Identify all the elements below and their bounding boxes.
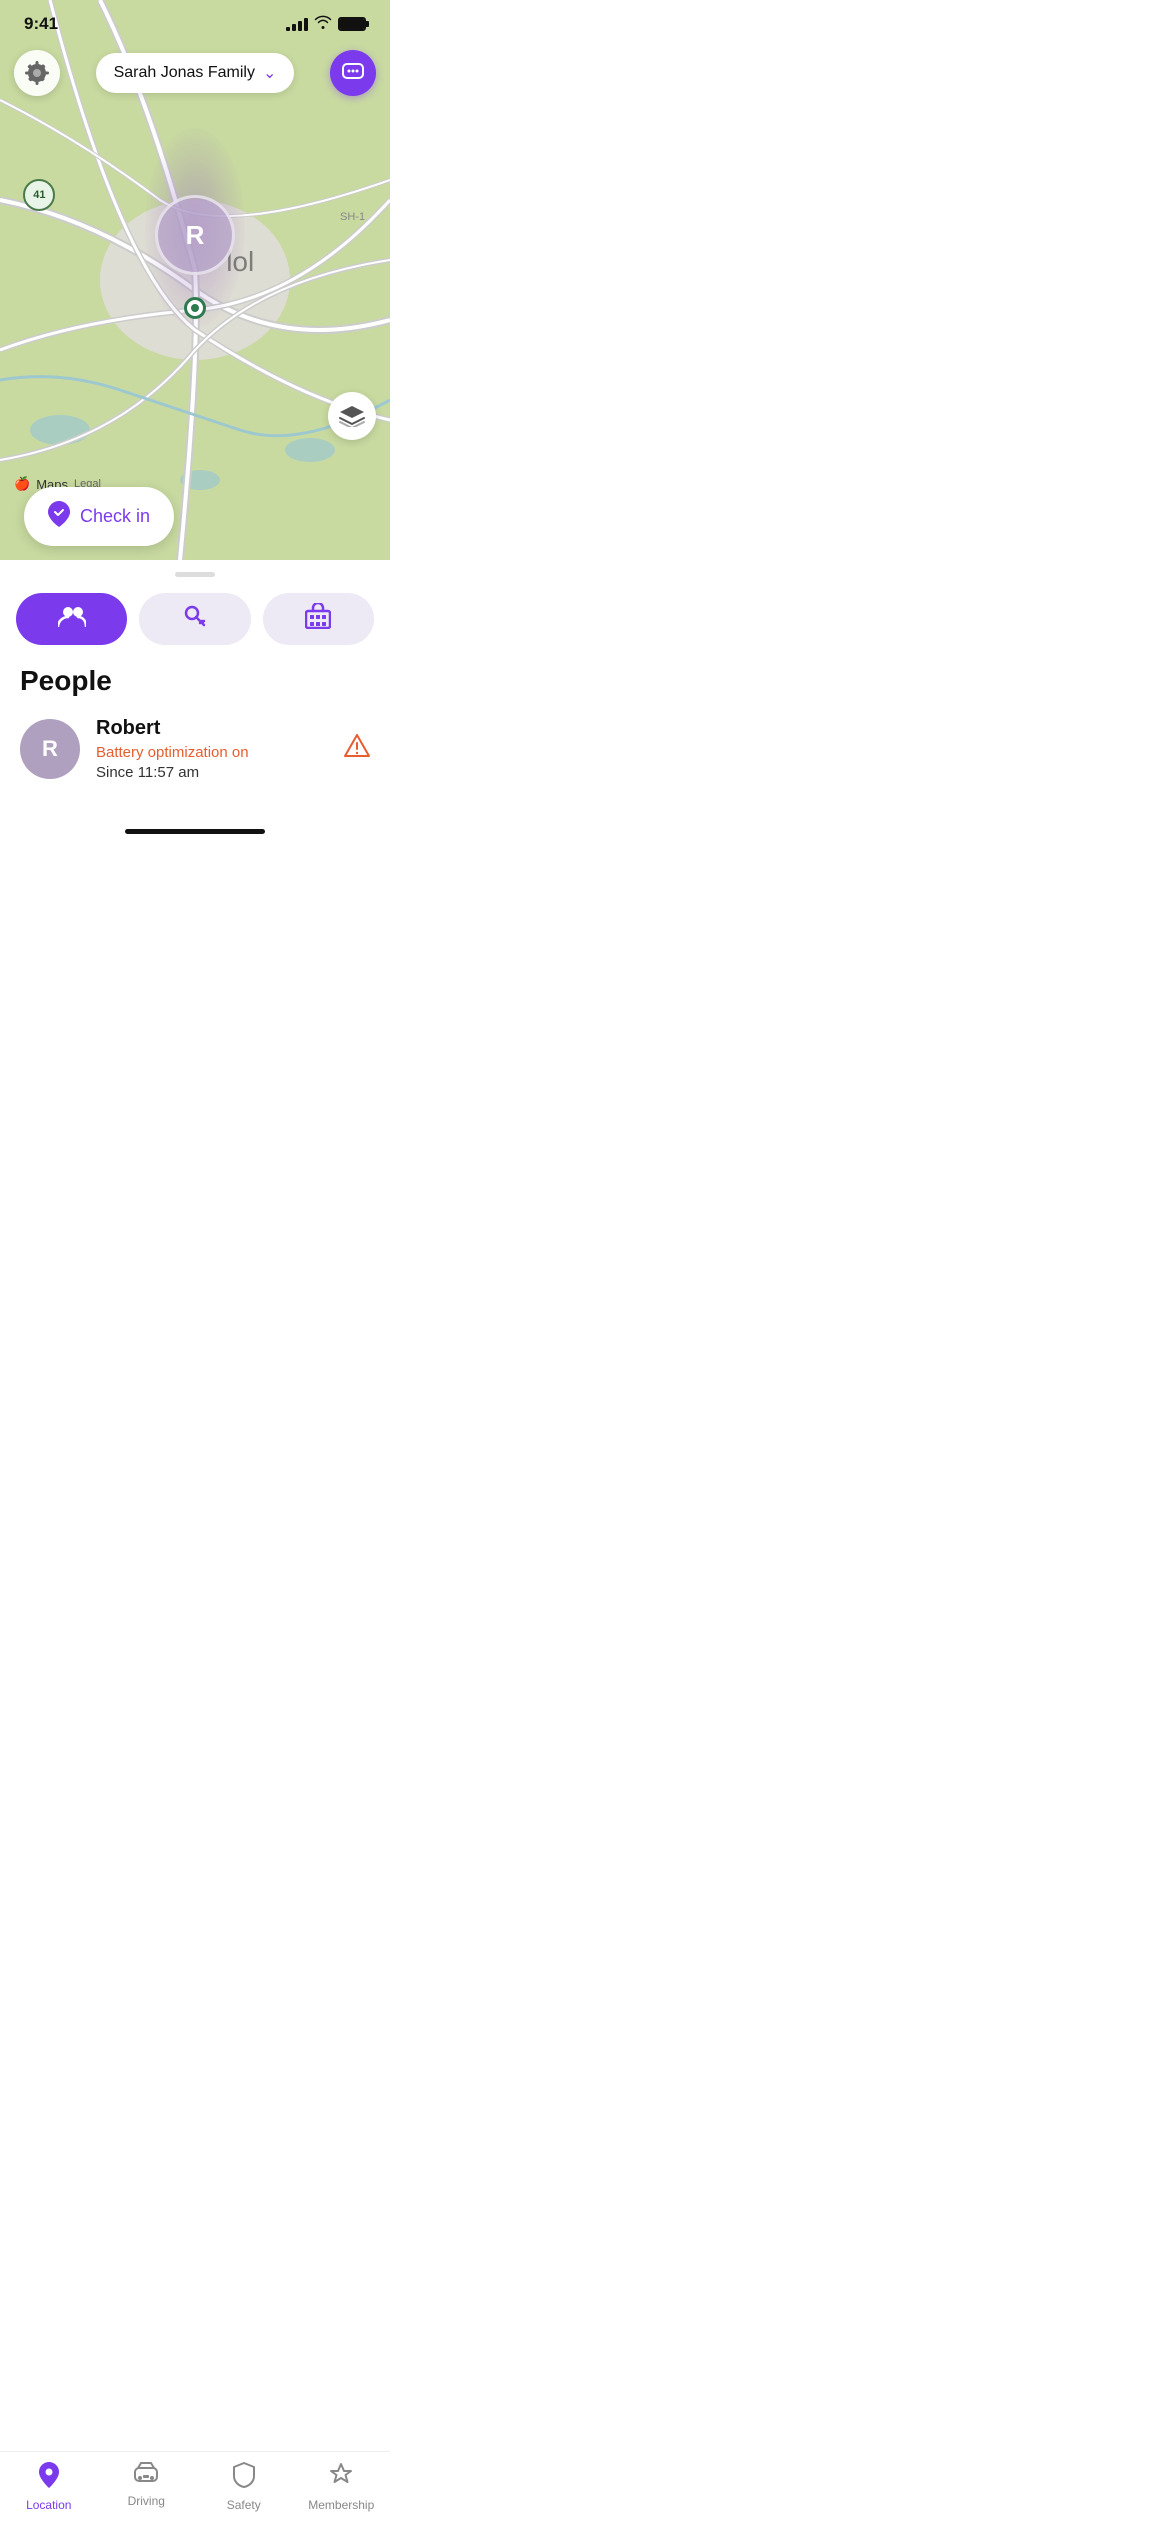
- membership-nav-icon: [328, 2462, 354, 2494]
- checkin-label: Check in: [80, 506, 150, 527]
- map-area[interactable]: SH-1 R lol 41: [0, 0, 390, 560]
- nav-membership[interactable]: Membership: [293, 2462, 391, 2512]
- person-time: Since 11:57 am: [96, 764, 328, 781]
- wifi-icon: [314, 15, 332, 34]
- gear-button[interactable]: [14, 50, 60, 96]
- status-time: 9:41: [24, 14, 58, 34]
- nav-driving[interactable]: Driving: [98, 2462, 196, 2512]
- home-indicator: [125, 829, 265, 834]
- svg-text:SH-1: SH-1: [340, 211, 365, 223]
- bottom-nav: Location Driving Safety Membership: [0, 2451, 390, 2532]
- driving-nav-icon: [132, 2462, 160, 2490]
- places-tab-icon: [305, 603, 331, 635]
- section-title: People: [0, 665, 390, 717]
- nav-location[interactable]: Location: [0, 2462, 98, 2512]
- keys-tab-icon: [183, 604, 207, 634]
- person-avatar: R: [20, 719, 80, 779]
- bottom-sheet: People R Robert Battery optimization on …: [0, 572, 390, 821]
- person-name: Robert: [96, 717, 328, 740]
- checkin-button[interactable]: Check in: [24, 487, 174, 546]
- family-name: Sarah Jonas Family: [114, 64, 255, 82]
- chat-button[interactable]: [330, 50, 376, 96]
- nav-location-label: Location: [26, 2498, 71, 2512]
- family-selector[interactable]: Sarah Jonas Family ⌄: [96, 53, 295, 93]
- battery-icon: [338, 17, 366, 31]
- apple-icon: 🍎: [14, 476, 30, 492]
- tab-keys[interactable]: [139, 593, 250, 645]
- drag-handle[interactable]: [175, 572, 215, 577]
- nav-driving-label: Driving: [128, 2494, 165, 2508]
- map-location-pin: [184, 297, 206, 319]
- nav-safety[interactable]: Safety: [195, 2462, 293, 2512]
- warning-icon: [344, 734, 370, 764]
- tab-pills-container: [0, 593, 390, 665]
- person-card[interactable]: R Robert Battery optimization on Since 1…: [0, 717, 390, 801]
- map-user-avatar[interactable]: R: [155, 195, 235, 275]
- nav-membership-label: Membership: [308, 2498, 374, 2512]
- nav-safety-label: Safety: [227, 2498, 261, 2512]
- status-icons: [286, 15, 366, 34]
- tab-people[interactable]: [16, 593, 127, 645]
- people-tab-icon: [58, 605, 86, 633]
- person-info: Robert Battery optimization on Since 11:…: [96, 717, 328, 781]
- chevron-down-icon: ⌄: [263, 63, 276, 83]
- person-status: Battery optimization on: [96, 744, 328, 761]
- map-layers-button[interactable]: [328, 392, 376, 440]
- tab-places[interactable]: [263, 593, 374, 645]
- signal-bars-icon: [286, 17, 308, 31]
- safety-nav-icon: [232, 2462, 256, 2494]
- checkin-pin-icon: [48, 501, 70, 532]
- status-bar: 9:41: [0, 0, 390, 40]
- map-header: Sarah Jonas Family ⌄: [0, 50, 390, 96]
- location-nav-icon: [37, 2462, 61, 2494]
